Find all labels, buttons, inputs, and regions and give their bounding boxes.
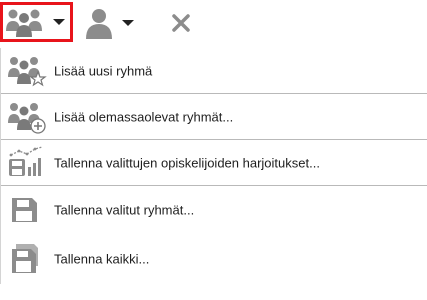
menu-item-label: Lisää uusi ryhmä [54, 63, 153, 78]
menu-item-label: Tallenna valittujen opiskelijoiden harjo… [54, 155, 320, 170]
menu-item-add-new-group[interactable]: Lisää uusi ryhmä [1, 48, 427, 94]
close-button[interactable] [166, 2, 196, 44]
menu-item-label: Tallenna kaikki... [54, 251, 150, 267]
close-icon [172, 14, 190, 32]
save-chart-icon [9, 145, 43, 176]
menu-item-add-existing-groups[interactable]: Lisää olemassaolevat ryhmät... [1, 94, 427, 140]
chevron-down-icon [122, 20, 134, 26]
menu-item-label: Lisää olemassaolevat ryhmät... [54, 109, 234, 124]
menu-item-save-student-exercises[interactable]: Tallenna valittujen opiskelijoiden harjo… [1, 140, 427, 186]
save-icon [12, 198, 37, 222]
user-dropdown-button[interactable] [84, 2, 144, 44]
save-all-icon [12, 244, 38, 273]
menu-item-save-all[interactable]: Tallenna kaikki... [1, 234, 427, 284]
groups-dropdown-button[interactable] [0, 2, 73, 42]
group-star-icon [8, 56, 47, 86]
groups-icon [6, 9, 42, 37]
toolbar [0, 0, 427, 48]
group-add-icon [8, 102, 46, 134]
user-icon [86, 9, 112, 39]
menu-item-label: Tallenna valitut ryhmät... [54, 202, 195, 218]
menu-item-save-selected-groups[interactable]: Tallenna valitut ryhmät... [1, 186, 427, 234]
chevron-down-icon [53, 19, 65, 25]
dropdown-menu: Lisää uusi ryhmä Lisää olemassaolevat ry… [0, 48, 427, 284]
